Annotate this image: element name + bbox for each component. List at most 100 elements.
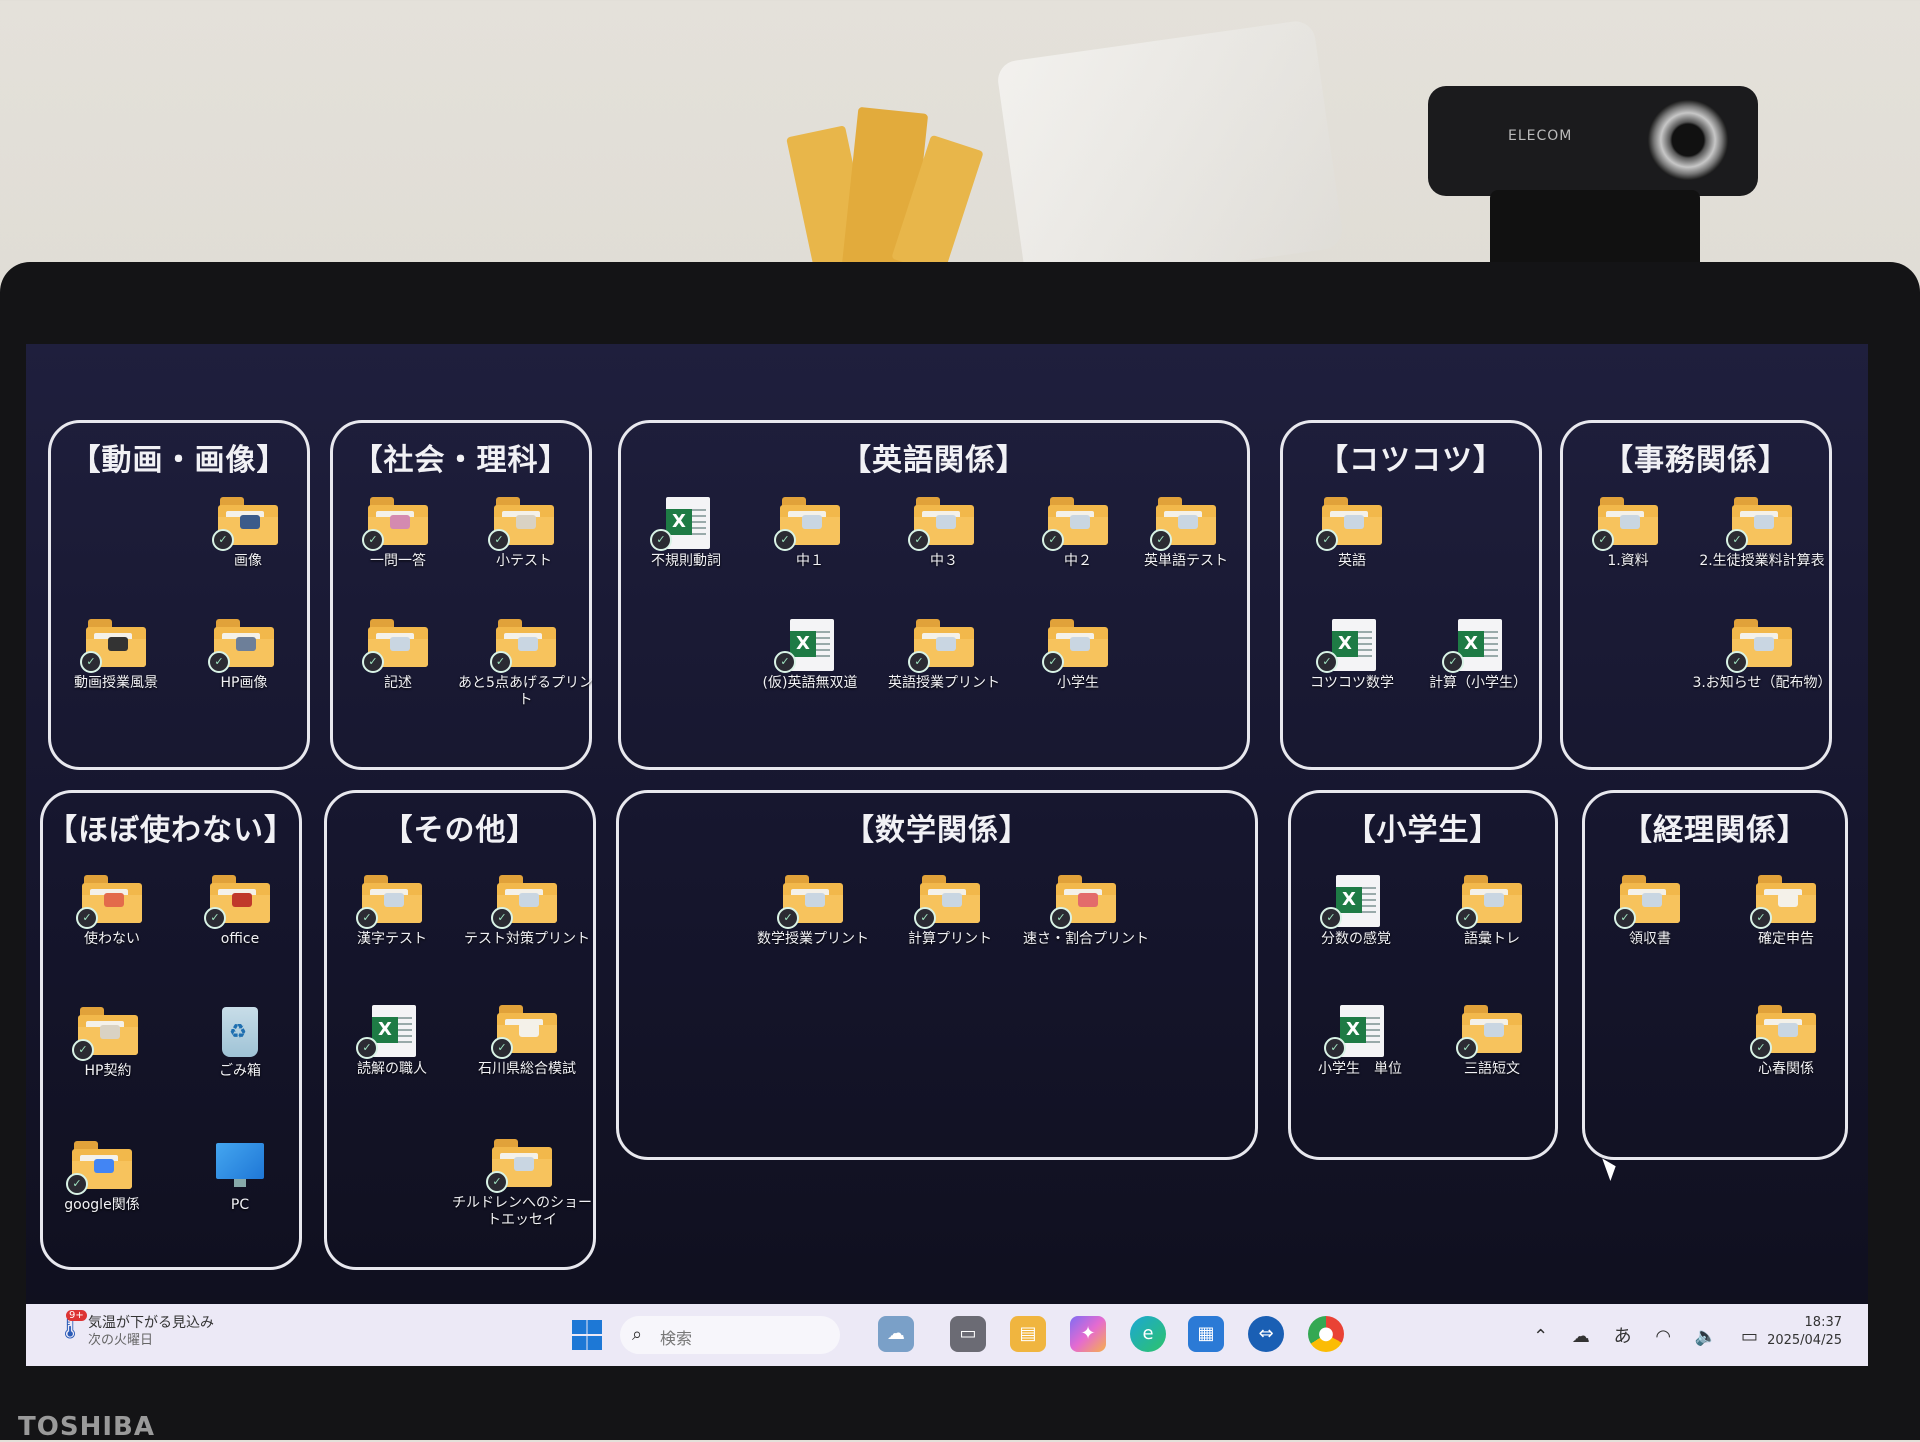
system-tray: ⌃ ☁ あ ◠ 🔈 ▭ (1515, 1322, 1758, 1348)
chevron-up-icon[interactable]: ⌃ (1533, 1326, 1548, 1347)
desktop-icon-speed-ratio[interactable]: ✓ 速さ・割合プリント (1011, 875, 1161, 948)
desktop-icon-math-prints[interactable]: ✓ 数学授業プリント (743, 875, 883, 948)
icon-label: 数学授業プリント (757, 931, 869, 947)
taskbar-clock[interactable]: 18:37 2025/04/25 (1767, 1314, 1842, 1350)
chrome-icon[interactable]: ● (1308, 1316, 1344, 1352)
desktop-icon-recycle-bin[interactable]: ♻ ごみ箱 (175, 1007, 305, 1080)
excel-icon: X ✓ (1442, 619, 1508, 673)
group-rarely-used: 【ほぼ使わない】 ✓ 使わない ✓ office ✓ HP契約 ♻ ごみ箱 ✓ … (40, 790, 302, 1270)
desktop-icon-calc-elementary[interactable]: X ✓ 計算（小学生） (1413, 619, 1543, 692)
weather-line2: 次の火曜日 (88, 1333, 154, 1348)
desktop-icon-calc-prints[interactable]: ✓ 計算プリント (885, 875, 1015, 948)
desktop-icon-unused[interactable]: ✓ 使わない (47, 875, 177, 948)
desktop-icon-hp-contract[interactable]: ✓ HP契約 (43, 1007, 173, 1080)
desktop-icon-quiz[interactable]: ✓ 小テスト (459, 497, 589, 570)
desktop-icon-tax-return[interactable]: ✓ 確定申告 (1721, 875, 1851, 948)
desktop-icon-video-lessons[interactable]: ✓ 動画授業風景 (51, 619, 181, 692)
papers-background (780, 106, 1000, 280)
excel-icon: X ✓ (1324, 1005, 1390, 1059)
desktop-icon-elementary-english[interactable]: ✓ 小学生 (1013, 619, 1143, 692)
folder-icon: ✓ (356, 875, 422, 929)
icon-label: google関係 (64, 1197, 140, 1213)
recycle-bin-icon: ♻ (210, 1007, 270, 1057)
wifi-icon[interactable]: ◠ (1655, 1326, 1671, 1347)
desktop-icon-english-musou[interactable]: X ✓ (仮)英語無双道 (745, 619, 875, 692)
excel-icon: X ✓ (774, 619, 840, 673)
icon-label: 確定申告 (1758, 931, 1814, 947)
folder-icon: ✓ (1042, 619, 1108, 673)
desktop-icon-images[interactable]: ✓ 画像 (183, 497, 313, 570)
desktop-screen: 【動画・画像】 ✓ 画像 ✓ 動画授業風景 ✓ HP画像 【社会・理科】 ✓ 一… (26, 344, 1868, 1366)
search-placeholder: 検索 (660, 1329, 693, 1348)
desktop-icon-fraction-sense[interactable]: X ✓ 分数の感覚 (1291, 875, 1421, 948)
desktop-icon-tuition-table[interactable]: ✓ 2.生徒授業料計算表 (1691, 497, 1833, 570)
folder-icon: ✓ (1750, 875, 1816, 929)
folder-icon: ✓ (362, 619, 428, 673)
taskbar: 🌡 9+ 気温が下がる見込み 次の火曜日 ⌕ 検索 ☁ ▭ ▤ ✦ e ▦ ⇔ … (26, 1304, 1868, 1366)
microsoft-store-icon[interactable]: ▦ (1188, 1316, 1224, 1352)
folder-icon: ✓ (72, 1007, 138, 1061)
desktop-icon-steady-english[interactable]: ✓ 英語 (1287, 497, 1417, 570)
desktop-icon-pc[interactable]: PC (175, 1141, 305, 1214)
desktop-icon-vocab-training[interactable]: ✓ 語彙トレ (1427, 875, 1557, 948)
folder-icon: ✓ (908, 619, 974, 673)
folder-icon: ✓ (1316, 497, 1382, 551)
desktop-icon-office[interactable]: ✓ office (175, 875, 305, 948)
battery-icon[interactable]: ▭ (1741, 1326, 1758, 1347)
desktop-icon-five-points[interactable]: ✓ あと5点あげるプリント (453, 619, 598, 709)
icon-label: 計算（小学生） (1429, 675, 1527, 691)
teamviewer-icon[interactable]: ⇔ (1248, 1316, 1284, 1352)
desktop-icon-koharu[interactable]: ✓ 心春関係 (1721, 1005, 1851, 1078)
desktop-icon-qa[interactable]: ✓ 一問一答 (333, 497, 463, 570)
icon-label: 小学生 単位 (1318, 1061, 1402, 1077)
desktop-icon-english-prints[interactable]: ✓ 英語授業プリント (879, 619, 1009, 692)
folder-icon: ✓ (486, 1139, 552, 1193)
desktop-icon-irregular-verbs[interactable]: X ✓ 不規則動詞 (621, 497, 751, 570)
ime-indicator[interactable]: あ (1614, 1326, 1632, 1347)
desktop-icon-grade3[interactable]: ✓ 中３ (879, 497, 1009, 570)
excel-icon: X ✓ (1316, 619, 1382, 673)
desktop-icon-materials[interactable]: ✓ 1.資料 (1563, 497, 1693, 570)
icon-label: テスト対策プリント (464, 931, 590, 947)
edge-browser-icon[interactable]: e (1130, 1316, 1166, 1352)
desktop-icon-ishikawa-exam[interactable]: ✓ 石川県総合模試 (457, 1005, 597, 1078)
icon-label: office (220, 931, 260, 947)
icon-label: 中３ (930, 553, 958, 569)
folder-icon: ✓ (1726, 497, 1792, 551)
widgets-icon[interactable]: ☁ (878, 1316, 914, 1352)
icon-label: (仮)英語無双道 (762, 675, 858, 691)
desktop-icon-elementary-units[interactable]: X ✓ 小学生 単位 (1295, 1005, 1425, 1078)
desktop-icon-three-word[interactable]: ✓ 三語短文 (1427, 1005, 1557, 1078)
desktop-icon-short-essay[interactable]: ✓ チルドレンへのショートエッセイ (447, 1139, 597, 1229)
volume-icon[interactable]: 🔈 (1695, 1326, 1717, 1347)
icon-label: 画像 (234, 553, 262, 569)
icon-label: 動画授業風景 (74, 675, 158, 691)
file-explorer-icon[interactable]: ▤ (1010, 1316, 1046, 1352)
onedrive-icon[interactable]: ☁ (1572, 1326, 1590, 1347)
desktop-icon-hp-images[interactable]: ✓ HP画像 (179, 619, 309, 692)
desktop-icon-receipts[interactable]: ✓ 領収書 (1585, 875, 1715, 948)
icon-label: 三語短文 (1464, 1061, 1520, 1077)
desktop-icon-vocab-test[interactable]: ✓ 英単語テスト (1121, 497, 1251, 570)
desktop-icon-google[interactable]: ✓ google関係 (37, 1141, 167, 1214)
desktop-icon-grade1[interactable]: ✓ 中１ (745, 497, 875, 570)
icon-label: 不規則動詞 (651, 553, 721, 569)
icon-label: チルドレンへのショートエッセイ (452, 1195, 592, 1228)
icon-label: 小学生 (1057, 675, 1099, 691)
windows-start-icon[interactable] (572, 1320, 602, 1350)
task-view-icon[interactable]: ▭ (950, 1316, 986, 1352)
desktop-icon-steady-math[interactable]: X ✓ コツコツ数学 (1287, 619, 1417, 692)
icon-label: 読解の職人 (357, 1061, 427, 1077)
icon-label: 心春関係 (1758, 1061, 1814, 1077)
copilot-icon[interactable]: ✦ (1070, 1316, 1106, 1352)
desktop-icon-notices[interactable]: ✓ 3.お知らせ（配布物） (1691, 619, 1833, 692)
desktop-icon-test-prep[interactable]: ✓ テスト対策プリント (457, 875, 597, 948)
excel-icon: X ✓ (650, 497, 716, 551)
group-english: 【英語関係】 X ✓ 不規則動詞 ✓ 中１ ✓ 中３ ✓ 中２ ✓ 英単語テスト … (618, 420, 1250, 770)
icon-label: 記述 (384, 675, 412, 691)
desktop-icon-reading-master[interactable]: X ✓ 読解の職人 (327, 1005, 457, 1078)
folder-icon: ✓ (1042, 497, 1108, 551)
taskbar-search-box[interactable]: ⌕ 検索 (620, 1316, 840, 1354)
desktop-icon-written[interactable]: ✓ 記述 (333, 619, 463, 692)
desktop-icon-kanji-test[interactable]: ✓ 漢字テスト (327, 875, 457, 948)
